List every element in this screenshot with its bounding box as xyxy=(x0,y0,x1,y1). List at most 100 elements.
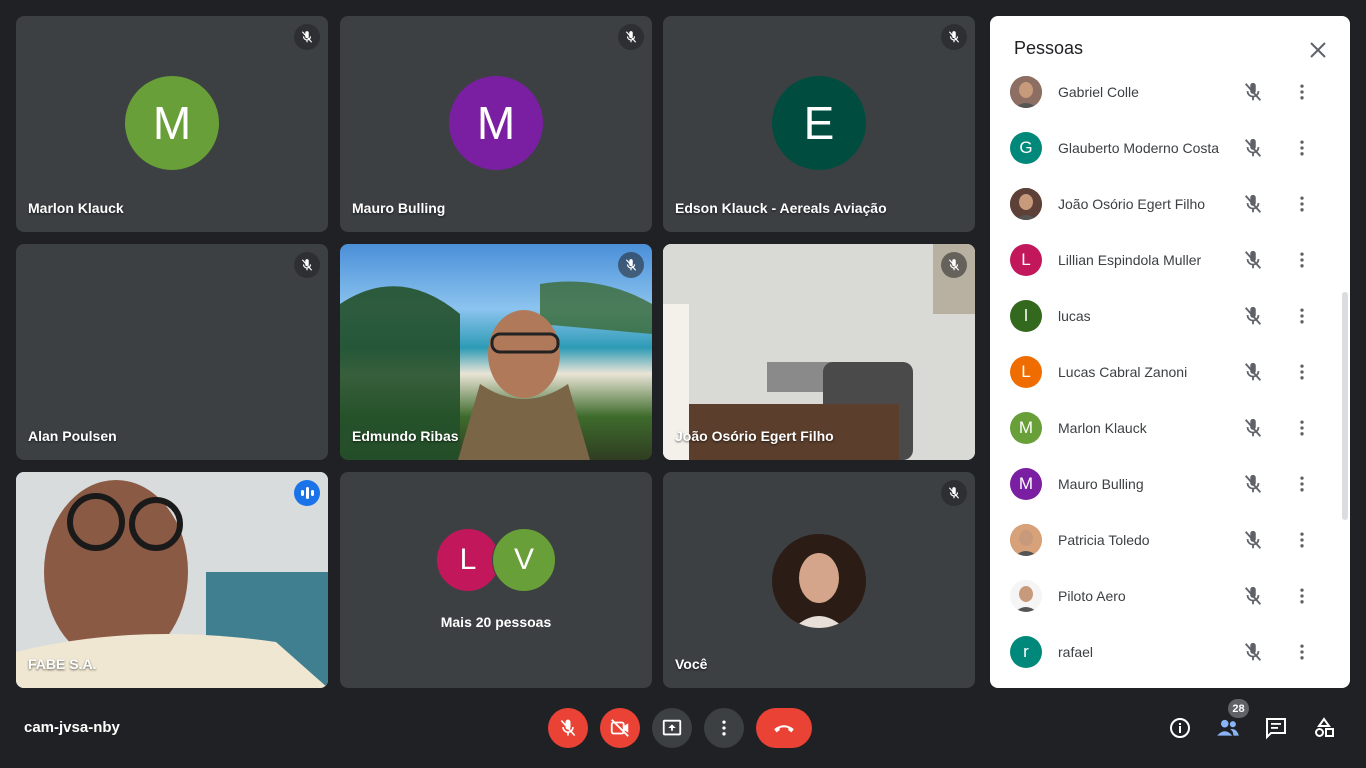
more-options-icon[interactable] xyxy=(1292,82,1312,102)
leave-call-button[interactable] xyxy=(756,708,812,748)
people-panel: Pessoas Gabriel Colle G Glauberto Moderno … xyxy=(990,16,1350,688)
more-options-icon[interactable] xyxy=(1292,306,1312,326)
avatar xyxy=(1010,524,1042,556)
participant-row[interactable]: Piloto Aero xyxy=(990,568,1338,624)
participant-name: Você xyxy=(675,656,708,672)
participant-name: Edson Klauck - Aereals Aviação xyxy=(675,200,887,216)
mic-off-icon xyxy=(294,24,320,50)
more-participants-label: Mais 20 pessoas xyxy=(440,614,552,630)
participant-tile[interactable]: Alan Poulsen xyxy=(16,244,328,460)
present-screen-icon xyxy=(662,719,682,736)
participant-tile[interactable]: M Marlon Klauck xyxy=(16,16,328,232)
participant-row[interactable]: l lucas xyxy=(990,288,1338,344)
more-options-icon[interactable] xyxy=(1292,642,1312,662)
avatar: E xyxy=(772,76,866,170)
people-button[interactable] xyxy=(1214,714,1242,742)
participant-name: Patricia Toledo xyxy=(1058,532,1150,548)
participant-row[interactable]: M Marlon Klauck xyxy=(990,400,1338,456)
participant-name: Marlon Klauck xyxy=(28,200,124,216)
mic-off-icon[interactable] xyxy=(1242,361,1264,383)
chat-button[interactable] xyxy=(1262,714,1290,742)
scrollbar[interactable] xyxy=(1342,292,1348,520)
participants-count-badge: 28 xyxy=(1228,699,1249,718)
present-now-button[interactable] xyxy=(652,708,692,748)
participant-row[interactable]: L Lillian Espindola Muller xyxy=(990,232,1338,288)
mic-off-icon[interactable] xyxy=(1242,585,1264,607)
mic-off-icon[interactable] xyxy=(1242,249,1264,271)
more-options-icon[interactable] xyxy=(1292,194,1312,214)
chat-icon xyxy=(1266,718,1286,740)
participant-row[interactable]: G Glauberto Moderno Costa xyxy=(990,120,1338,176)
avatar: L xyxy=(1010,356,1042,388)
more-options-button[interactable] xyxy=(704,708,744,748)
participant-row[interactable]: Patricia Toledo xyxy=(990,512,1338,568)
mic-off-icon[interactable] xyxy=(1242,641,1264,663)
mic-off-icon xyxy=(618,252,644,278)
avatar xyxy=(1010,76,1042,108)
participant-name: Mauro Bulling xyxy=(1058,476,1144,492)
mic-off-icon[interactable] xyxy=(1242,137,1264,159)
participant-tile[interactable]: João Osório Egert Filho xyxy=(663,244,975,460)
more-participants-tile[interactable]: L V Mais 20 pessoas xyxy=(340,472,652,688)
participant-name: Marlon Klauck xyxy=(1058,420,1147,436)
participant-tile[interactable]: Edmundo Ribas xyxy=(340,244,652,460)
self-tile[interactable]: Você xyxy=(663,472,975,688)
participant-name: Piloto Aero xyxy=(1058,588,1126,604)
avatar: V xyxy=(492,528,556,592)
participant-name: rafael xyxy=(1058,644,1094,660)
activities-icon xyxy=(1315,717,1334,737)
more-options-icon[interactable] xyxy=(1292,362,1312,382)
participant-row[interactable]: Gabriel Colle xyxy=(990,64,1338,120)
people-icon xyxy=(1217,719,1239,736)
participant-name: Lucas Cabral Zanoni xyxy=(1058,364,1188,380)
more-options-icon[interactable] xyxy=(1292,138,1312,158)
avatar: r xyxy=(1010,636,1042,668)
avatar: M xyxy=(1010,468,1042,500)
participant-name: João Osório Egert Filho xyxy=(1058,196,1206,212)
meeting-details-button[interactable] xyxy=(1166,714,1194,742)
camera-off-icon xyxy=(610,719,629,737)
participant-row[interactable]: João Osório Egert Filho xyxy=(990,176,1338,232)
mic-off-icon[interactable] xyxy=(1242,473,1264,495)
avatar xyxy=(772,534,866,628)
participant-row[interactable]: L Lucas Cabral Zanoni xyxy=(990,344,1338,400)
more-options-icon[interactable] xyxy=(1292,418,1312,438)
mic-toggle-button[interactable] xyxy=(548,708,588,748)
panel-title: Pessoas xyxy=(1014,38,1084,58)
participant-name: Gabriel Colle xyxy=(1058,84,1139,100)
mic-off-icon[interactable] xyxy=(1242,529,1264,551)
mic-off-icon[interactable] xyxy=(1242,81,1264,103)
participant-name: Mauro Bulling xyxy=(352,200,446,216)
camera-toggle-button[interactable] xyxy=(600,708,640,748)
mic-off-icon xyxy=(941,480,967,506)
mic-off-icon[interactable] xyxy=(1242,417,1264,439)
participant-name: Alan Poulsen xyxy=(28,428,117,444)
more-options-icon[interactable] xyxy=(1292,474,1312,494)
avatar: G xyxy=(1010,132,1042,164)
more-options-icon[interactable] xyxy=(1292,250,1312,270)
avatar xyxy=(1010,188,1042,220)
mic-off-icon xyxy=(618,24,644,50)
avatar: L xyxy=(1010,244,1042,276)
participant-row[interactable]: r rafael xyxy=(990,624,1338,680)
close-icon[interactable] xyxy=(1306,38,1330,62)
more-options-icon xyxy=(722,720,726,736)
participant-name: Lillian Espindola Muller xyxy=(1058,252,1202,268)
mic-off-icon xyxy=(294,252,320,278)
participant-tile[interactable]: M Mauro Bulling xyxy=(340,16,652,232)
profile-photo xyxy=(772,534,866,628)
mic-off-icon xyxy=(941,24,967,50)
more-options-icon[interactable] xyxy=(1292,586,1312,606)
avatar: M xyxy=(125,76,219,170)
avatar-stack: L V xyxy=(436,528,556,592)
participant-tile[interactable]: E Edson Klauck - Aereals Aviação xyxy=(663,16,975,232)
info-icon xyxy=(1170,718,1190,738)
more-options-icon[interactable] xyxy=(1292,530,1312,550)
mic-off-icon[interactable] xyxy=(1242,305,1264,327)
mic-off-icon[interactable] xyxy=(1242,193,1264,215)
activities-button[interactable] xyxy=(1310,714,1338,742)
avatar: M xyxy=(449,76,543,170)
participant-tile-active-speaker[interactable]: FABE S.A. xyxy=(16,472,328,688)
avatar: l xyxy=(1010,300,1042,332)
participant-row[interactable]: M Mauro Bulling xyxy=(990,456,1338,512)
